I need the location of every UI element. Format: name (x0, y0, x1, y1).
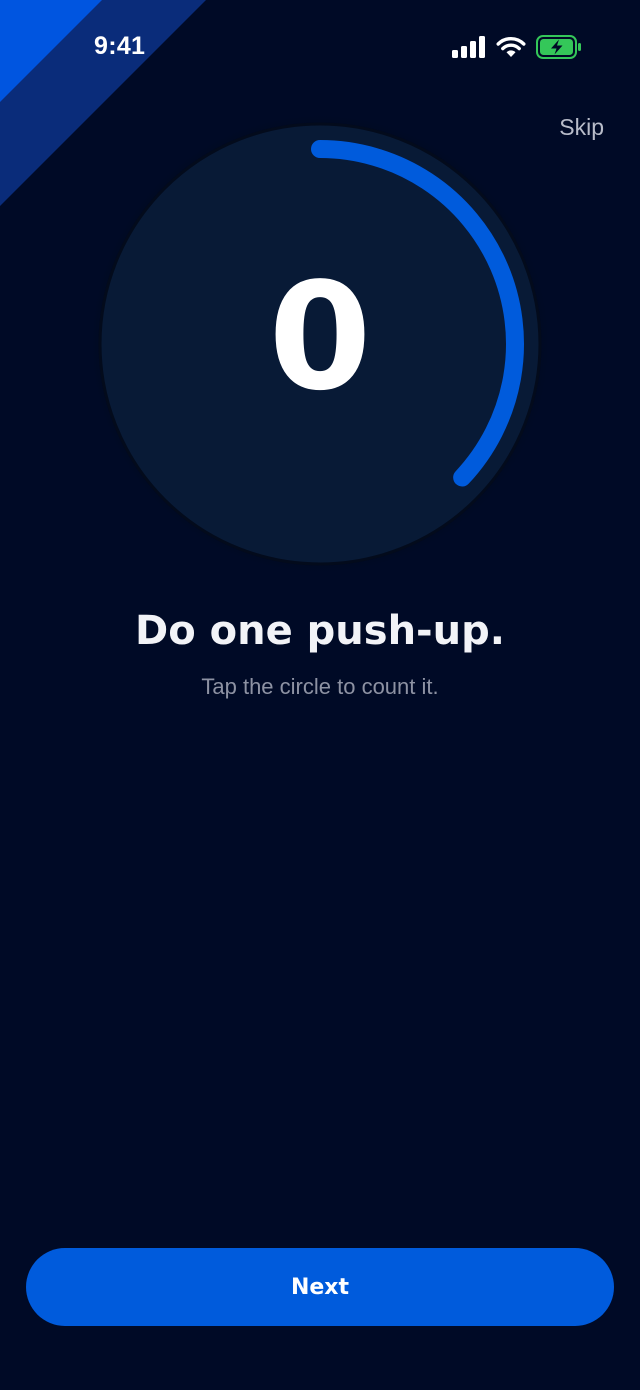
status-bar: 9:41 (0, 0, 640, 95)
prompt-subtitle: Tap the circle to count it. (201, 674, 439, 699)
cellular-signal-icon (452, 36, 485, 58)
push-up-count: 0 (268, 251, 372, 423)
status-time: 9:41 (94, 32, 146, 60)
status-icons (452, 34, 582, 60)
push-up-counter-circle[interactable]: 0 (88, 112, 552, 576)
prompt-title: Do one push-up. (135, 608, 505, 654)
battery-charging-icon (536, 35, 581, 59)
next-button[interactable]: Next (26, 1248, 614, 1326)
skip-button[interactable]: Skip (559, 114, 604, 141)
wifi-icon (496, 37, 526, 57)
